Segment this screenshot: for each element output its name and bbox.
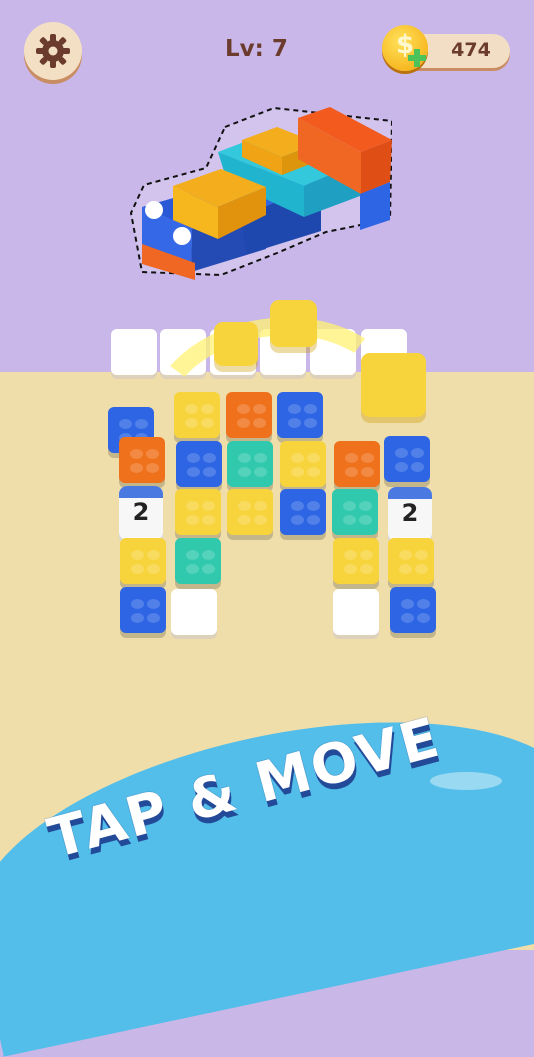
- coin-count: 474: [451, 39, 491, 61]
- level-label: Lv: 7: [225, 36, 288, 62]
- gear-icon: [36, 34, 70, 68]
- settings-button[interactable]: [24, 22, 82, 80]
- target-lego-car: [129, 106, 392, 280]
- add-coins-icon[interactable]: [408, 49, 426, 67]
